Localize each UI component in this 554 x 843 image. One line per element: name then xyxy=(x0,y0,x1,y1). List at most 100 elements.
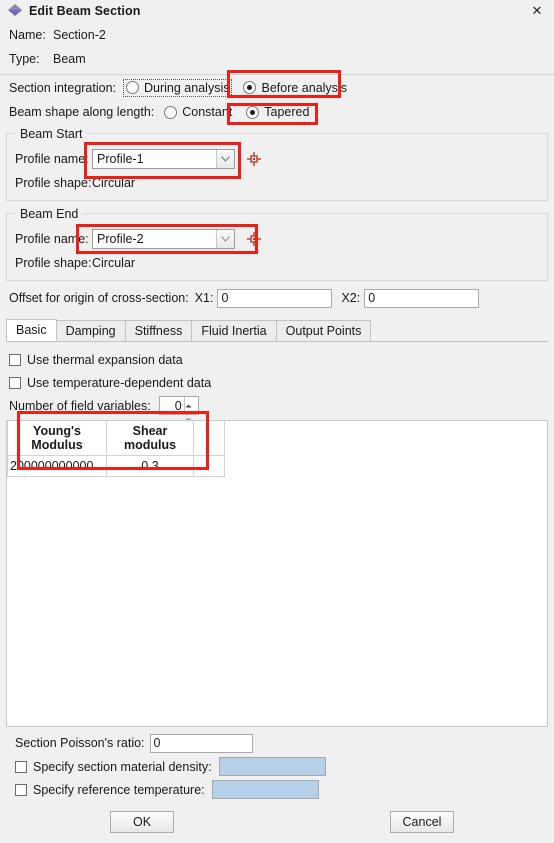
radio-before-analysis-dot xyxy=(243,81,257,94)
beam-start-group-title: Beam Start xyxy=(16,127,87,141)
radio-tapered-dot xyxy=(246,105,260,119)
offset-label: Offset for origin of cross-section: xyxy=(9,291,189,305)
name-label: Name: xyxy=(9,27,46,42)
beam-shape-radio-group: Constant Tapered xyxy=(154,104,311,120)
stepper-up-icon[interactable] xyxy=(185,397,198,411)
table-header-row: Young's Modulus Shear modulus xyxy=(7,421,225,456)
offset-x1-label: X1: xyxy=(194,291,214,305)
field-variables-row: Number of field variables: 0 xyxy=(6,394,548,422)
reference-temperature-input[interactable] xyxy=(211,780,319,799)
beam-end-profile-shape-label: Profile shape: xyxy=(15,255,92,270)
beam-start-profile-name-combo[interactable]: Profile-1 xyxy=(92,149,235,169)
reference-temperature-row: Specify reference temperature: xyxy=(15,778,548,801)
radio-tapered-label: Tapered xyxy=(264,105,310,119)
type-label: Type: xyxy=(9,52,40,66)
abaqus-diamond-icon xyxy=(7,3,23,19)
basic-options: Use thermal expansion data Use temperatu… xyxy=(6,342,548,422)
tab-basic[interactable]: Basic xyxy=(6,319,57,341)
tab-output-points[interactable]: Output Points xyxy=(275,320,372,341)
field-variables-stepper[interactable]: 0 xyxy=(158,396,199,422)
offset-x2-value: 0 xyxy=(368,291,376,305)
tab-stiffness[interactable]: Stiffness xyxy=(124,320,193,341)
crosshair-icon[interactable] xyxy=(246,151,262,167)
thermal-expansion-row[interactable]: Use thermal expansion data xyxy=(6,348,548,371)
reference-temperature-checkbox[interactable] xyxy=(15,783,27,796)
cell-youngs-modulus[interactable]: 200000000000 xyxy=(7,455,107,477)
section-integration-row: Section integration: During analysis Bef… xyxy=(0,75,554,100)
temperature-dependent-checkbox[interactable] xyxy=(9,376,21,389)
beam-end-profile-shape-row: Profile shape: Circular xyxy=(7,252,547,273)
beam-end-group: Beam End Profile name: Profile-2 Profile… xyxy=(6,207,548,281)
density-row: Specify section material density: xyxy=(15,755,548,778)
edit-beam-section-dialog: Edit Beam Section ✕ Name: Section-2 Type… xyxy=(0,0,554,843)
temperature-dependent-label: Use temperature-dependent data xyxy=(27,375,212,390)
cell-shear-modulus[interactable]: 0.3 xyxy=(106,455,194,477)
cell-blank[interactable] xyxy=(193,455,225,477)
title-bar: Edit Beam Section ✕ xyxy=(0,0,554,22)
column-header-youngs-modulus[interactable]: Young's Modulus xyxy=(7,421,107,456)
poisson-row: Section Poisson's ratio: 0 xyxy=(15,731,548,755)
beam-start-profile-name-label: Profile name: xyxy=(15,152,89,166)
material-data-table-wrapper[interactable]: Young's Modulus Shear modulus 2000000000… xyxy=(6,420,548,727)
beam-start-profile-shape-value: Circular xyxy=(92,175,136,190)
radio-constant[interactable]: Constant xyxy=(162,104,234,120)
tab-fluid-inertia[interactable]: Fluid Inertia xyxy=(191,320,277,341)
chevron-down-icon[interactable] xyxy=(216,230,234,248)
crosshair-icon[interactable] xyxy=(246,231,262,247)
tab-strip: Basic Damping Stiffness Fluid Inertia Ou… xyxy=(6,319,548,342)
type-row: Type: Beam xyxy=(0,47,554,71)
beam-start-profile-name-value: Profile-1 xyxy=(97,152,144,166)
footer-fields: Section Poisson's ratio: 0 Specify secti… xyxy=(6,727,548,801)
offset-x2-label: X2: xyxy=(341,291,361,305)
density-checkbox[interactable] xyxy=(15,760,27,773)
stepper-buttons[interactable] xyxy=(183,397,198,422)
close-icon[interactable]: ✕ xyxy=(520,0,554,22)
table-row[interactable]: 200000000000 0.3 xyxy=(7,455,225,477)
section-integration-label: Section integration: xyxy=(9,80,117,95)
density-input[interactable] xyxy=(218,757,326,776)
radio-during-analysis-label: During analysis xyxy=(144,80,230,95)
radio-constant-dot xyxy=(164,105,178,119)
offset-row: Offset for origin of cross-section: X1: … xyxy=(0,283,554,313)
column-header-blank[interactable] xyxy=(193,421,225,456)
name-value: Section-2 xyxy=(53,27,106,42)
radio-tapered[interactable]: Tapered xyxy=(244,104,311,120)
beam-start-group: Beam Start Profile name: Profile-1 Profi… xyxy=(6,127,548,201)
field-variables-label: Number of field variables: xyxy=(9,398,151,413)
column-header-shear-modulus[interactable]: Shear modulus xyxy=(106,421,194,456)
dialog-button-bar: OK Cancel xyxy=(0,801,554,843)
window-title: Edit Beam Section xyxy=(29,4,141,18)
radio-during-analysis-dot xyxy=(126,81,140,94)
poisson-value: 0 xyxy=(153,736,161,750)
beam-shape-label: Beam shape along length: xyxy=(9,105,155,119)
beam-end-profile-name-label: Profile name: xyxy=(15,232,89,246)
radio-during-analysis[interactable]: During analysis xyxy=(123,78,233,97)
type-value: Beam xyxy=(53,52,86,66)
beam-shape-row: Beam shape along length: Constant Tapere… xyxy=(0,100,554,124)
beam-end-profile-name-combo[interactable]: Profile-2 xyxy=(92,229,235,249)
chevron-down-icon[interactable] xyxy=(216,150,234,168)
offset-x1-value: 0 xyxy=(221,291,229,305)
thermal-expansion-checkbox[interactable] xyxy=(9,353,21,366)
beam-start-profile-shape-label: Profile shape: xyxy=(15,175,92,190)
density-label: Specify section material density: xyxy=(33,759,212,774)
tab-damping[interactable]: Damping xyxy=(55,320,126,341)
thermal-expansion-label: Use thermal expansion data xyxy=(27,352,183,367)
offset-x2-input[interactable]: 0 xyxy=(364,288,480,308)
radio-constant-label: Constant xyxy=(182,105,233,119)
name-row: Name: Section-2 xyxy=(0,22,554,47)
reference-temperature-label: Specify reference temperature: xyxy=(33,782,205,797)
beam-start-profile-name-row: Profile name: Profile-1 xyxy=(7,146,547,172)
temperature-dependent-row[interactable]: Use temperature-dependent data xyxy=(6,371,548,394)
beam-end-group-title: Beam End xyxy=(16,207,83,221)
offset-x1-input[interactable]: 0 xyxy=(217,288,333,308)
poisson-label: Section Poisson's ratio: xyxy=(15,736,145,750)
cancel-button[interactable]: Cancel xyxy=(390,811,454,833)
ok-button[interactable]: OK xyxy=(110,811,174,833)
field-variables-value: 0 xyxy=(174,398,182,413)
radio-before-analysis-label: Before analysis xyxy=(261,80,347,95)
beam-end-profile-shape-value: Circular xyxy=(92,255,136,270)
basic-tab-panel: Use thermal expansion data Use temperatu… xyxy=(6,342,548,801)
poisson-input[interactable]: 0 xyxy=(149,733,253,753)
radio-before-analysis[interactable]: Before analysis xyxy=(241,80,348,96)
